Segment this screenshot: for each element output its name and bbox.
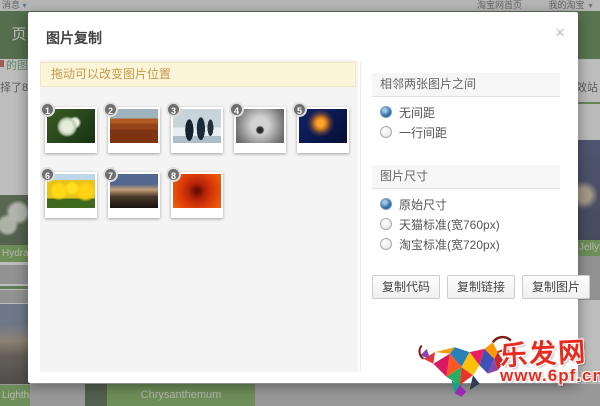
drag-hint-banner: 拖动可以改变图片位置 [40, 62, 356, 87]
copy-link-button[interactable]: 复制链接 [447, 275, 516, 299]
copy-code-button[interactable]: 复制代码 [372, 275, 441, 299]
thumbnail-jellyfish[interactable]: 5 [292, 102, 349, 153]
radio-label: 天猫标准(宽760px) [399, 217, 500, 232]
radio-selected-icon [380, 198, 392, 210]
thumbnail-image [47, 174, 95, 208]
thumbnail-hydrangea[interactable]: 1 [40, 102, 97, 153]
thumbnail-koala[interactable]: 4 [229, 102, 286, 153]
thumbnail-image [236, 109, 284, 143]
radio-taobao-standard[interactable]: 淘宝标准(宽720px) [380, 236, 500, 252]
watermark-site-url: www.6pf.cn [500, 366, 600, 385]
spacing-section-title: 相邻两张图片之间 [372, 73, 560, 97]
site-watermark: 乐发网 www.6pf.cn [418, 328, 600, 406]
thumbnail-image [173, 109, 221, 143]
radio-icon [380, 126, 392, 138]
thumbnail-image [173, 174, 221, 208]
thumbnail-penguins[interactable]: 3 [166, 102, 223, 153]
dialog-title: 图片复制 [46, 30, 102, 46]
order-badge: 7 [103, 167, 118, 182]
radio-tmall-standard[interactable]: 天猫标准(宽760px) [380, 216, 500, 232]
order-badge: 5 [292, 102, 307, 117]
order-badge: 3 [166, 102, 181, 117]
thumbnail-image [110, 174, 158, 208]
order-badge: 4 [229, 102, 244, 117]
screen: 消息 ▾ 淘宝网首页 我的淘宝 ▼ 页 的图片 择了8张 效站 Hydrange… [0, 0, 600, 406]
radio-label: 一行间距 [399, 125, 448, 140]
radio-icon [380, 218, 392, 230]
action-buttons: 复制代码 复制链接 复制图片 [372, 275, 591, 299]
thumbnail-tulips[interactable]: 6 [40, 167, 97, 218]
panel-divider [360, 62, 361, 372]
thumbnail-image [110, 109, 158, 143]
radio-one-line-spacing[interactable]: 一行间距 [380, 124, 447, 140]
radio-label: 淘宝标准(宽720px) [399, 237, 500, 252]
thumbnail-chrysanthemum[interactable]: 8 [166, 167, 223, 218]
radio-selected-icon [380, 106, 392, 118]
thumbnail-lighthouse[interactable]: 7 [103, 167, 160, 218]
order-badge: 6 [40, 167, 55, 182]
thumbnail-desert[interactable]: 2 [103, 102, 160, 153]
radio-icon [380, 238, 392, 250]
radio-original-size[interactable]: 原始尺寸 [380, 196, 447, 212]
order-badge: 1 [40, 102, 55, 117]
copy-image-button[interactable]: 复制图片 [522, 275, 591, 299]
order-badge: 2 [103, 102, 118, 117]
size-section-title: 图片尺寸 [372, 165, 560, 189]
close-icon[interactable]: × [555, 24, 565, 41]
thumbnail-image [47, 109, 95, 143]
radio-label: 无间距 [399, 105, 436, 120]
order-badge: 8 [166, 167, 181, 182]
thumbnail-image [299, 109, 347, 143]
radio-label: 原始尺寸 [399, 197, 448, 212]
options-panel: 相邻两张图片之间 无间距 一行间距 图片尺寸 原始尺寸 天猫标准(宽760px)… [372, 60, 591, 372]
radio-no-spacing[interactable]: 无间距 [380, 104, 435, 120]
